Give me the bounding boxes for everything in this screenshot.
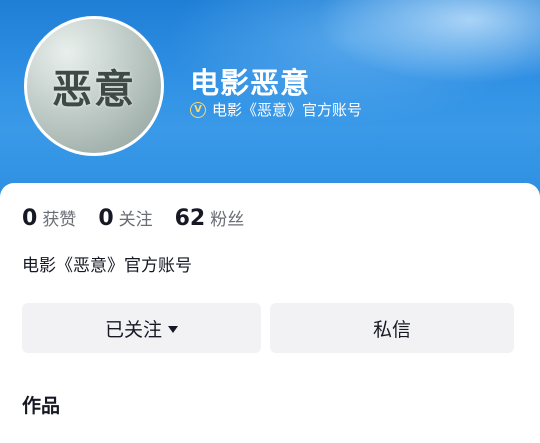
- stat-likes[interactable]: 0 获赞: [22, 205, 76, 231]
- stats-row: 0 获赞 0 关注 62 粉丝: [22, 205, 266, 231]
- verified-v-icon: V: [190, 101, 206, 118]
- following-button-label: 已关注: [104, 318, 162, 341]
- caret-down-icon: [168, 325, 178, 333]
- message-button[interactable]: 私信: [270, 303, 514, 353]
- message-button-label: 私信: [372, 318, 411, 341]
- works-section-title[interactable]: 作品: [22, 391, 60, 418]
- stat-value: 0: [98, 206, 114, 231]
- avatar[interactable]: 恶意: [24, 16, 164, 156]
- avatar-text: 恶意: [52, 66, 136, 113]
- stat-followers[interactable]: 62 粉丝: [175, 205, 245, 231]
- stat-following[interactable]: 0 关注: [98, 205, 152, 231]
- bio-text: 电影《恶意》官方账号: [22, 256, 192, 276]
- stat-label: 关注: [118, 210, 153, 230]
- verified-label: 电影《恶意》官方账号: [212, 101, 363, 119]
- stat-value: 62: [174, 206, 206, 231]
- stat-label: 获赞: [42, 210, 77, 230]
- profile-card: 0 获赞 0 关注 62 粉丝 电影《恶意》官方账号 已关注 私信 作品: [0, 183, 540, 443]
- verified-badge: V 电影《恶意》官方账号: [190, 99, 362, 120]
- stat-label: 粉丝: [210, 210, 245, 230]
- following-button[interactable]: 已关注: [22, 303, 261, 353]
- profile-name: 电影恶意: [190, 66, 311, 100]
- stat-value: 0: [22, 206, 38, 231]
